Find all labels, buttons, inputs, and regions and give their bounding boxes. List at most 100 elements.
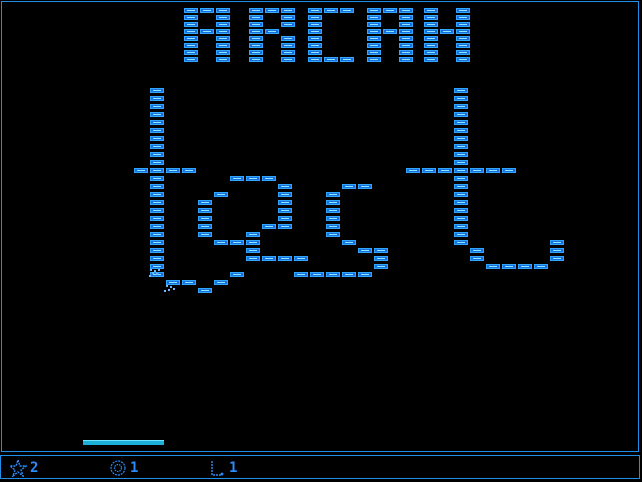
letter-e-brick	[246, 176, 260, 181]
letter-t-brick	[150, 208, 164, 213]
letter-t-brick	[454, 200, 468, 205]
title-brick-n	[440, 29, 454, 34]
letter-t-brick	[182, 280, 196, 285]
letter-t-brick	[454, 128, 468, 133]
title-brick-a	[399, 8, 413, 13]
title-brick-r	[249, 36, 263, 41]
letter-e-brick	[230, 240, 244, 245]
letter-s-brick	[294, 272, 308, 277]
letter-t-brick	[150, 248, 164, 253]
title-brick-n	[456, 29, 470, 34]
letter-t-brick	[454, 112, 468, 117]
level-counter: 1	[208, 459, 237, 477]
game-screen[interactable]: 2 1 1	[0, 0, 642, 482]
title-brick-n	[424, 22, 438, 27]
title-brick-a	[367, 57, 381, 62]
brick-field	[0, 0, 642, 482]
title-brick-r	[281, 57, 295, 62]
letter-t-brick	[214, 280, 228, 285]
letter-e-brick	[246, 232, 260, 237]
title-brick-a	[399, 43, 413, 48]
title-brick-a	[184, 29, 198, 34]
letter-t-brick	[454, 232, 468, 237]
title-brick-c	[308, 50, 322, 55]
letter-t-brick	[550, 248, 564, 253]
letter-s-brick	[342, 240, 356, 245]
title-brick-a	[184, 50, 198, 55]
letter-s-brick	[326, 232, 340, 237]
letter-t-brick	[454, 176, 468, 181]
letter-t-brick	[550, 240, 564, 245]
letter-e-brick	[278, 184, 292, 189]
title-brick-a	[184, 43, 198, 48]
title-brick-a	[216, 57, 230, 62]
paddle[interactable]	[83, 440, 164, 445]
title-brick-c	[308, 29, 322, 34]
title-brick-c	[324, 57, 338, 62]
title-brick-r	[249, 22, 263, 27]
level-flag-icon	[208, 459, 226, 477]
letter-s-brick	[358, 184, 372, 189]
letter-t-brick	[150, 216, 164, 221]
letter-e-brick	[278, 216, 292, 221]
status-bar: 2 1 1	[0, 455, 640, 479]
letter-t-brick	[470, 256, 484, 261]
letter-t-brick	[150, 104, 164, 109]
letter-t-brick	[150, 256, 164, 261]
title-brick-a	[367, 43, 381, 48]
letter-t-brick	[454, 184, 468, 189]
letter-s-brick	[326, 192, 340, 197]
title-brick-r	[265, 29, 279, 34]
title-brick-a	[184, 8, 198, 13]
title-brick-c	[340, 8, 354, 13]
title-brick-a	[399, 57, 413, 62]
letter-t-brick	[454, 152, 468, 157]
title-brick-n	[424, 57, 438, 62]
letter-t-brick	[470, 248, 484, 253]
letter-e-brick	[214, 192, 228, 197]
letter-t-brick	[454, 160, 468, 165]
title-brick-n	[424, 29, 438, 34]
ball-counter: 1	[109, 459, 138, 477]
title-brick-a	[367, 15, 381, 20]
letter-e-brick	[198, 208, 212, 213]
title-brick-a	[216, 15, 230, 20]
letter-e-brick	[278, 192, 292, 197]
title-brick-a	[367, 36, 381, 41]
letter-t-brick	[502, 168, 516, 173]
title-brick-n	[456, 43, 470, 48]
letter-e-brick	[198, 216, 212, 221]
letter-e-brick	[246, 248, 260, 253]
letter-t-brick	[550, 256, 564, 261]
title-brick-r	[281, 36, 295, 41]
letter-t-brick	[422, 168, 436, 173]
letter-s-brick	[326, 224, 340, 229]
title-brick-a	[399, 29, 413, 34]
title-brick-a	[216, 43, 230, 48]
title-brick-r	[281, 15, 295, 20]
letter-e-brick	[198, 232, 212, 237]
letter-t-brick	[150, 176, 164, 181]
letter-s-brick	[326, 208, 340, 213]
title-brick-a	[184, 36, 198, 41]
title-brick-r	[249, 15, 263, 20]
letter-t-brick	[454, 240, 468, 245]
letter-t-brick	[150, 200, 164, 205]
letter-t-brick	[406, 168, 420, 173]
letter-t-brick	[150, 184, 164, 189]
letter-s-brick	[326, 200, 340, 205]
letter-t-brick	[150, 192, 164, 197]
title-brick-c	[308, 43, 322, 48]
letter-s-brick	[358, 248, 372, 253]
title-brick-c	[308, 8, 322, 13]
title-brick-r	[281, 50, 295, 55]
letter-t-brick	[150, 136, 164, 141]
title-brick-a	[216, 22, 230, 27]
letter-t-brick	[454, 168, 468, 173]
letter-t-brick	[454, 208, 468, 213]
letter-e-brick	[278, 256, 292, 261]
title-brick-a	[216, 8, 230, 13]
title-brick-n	[456, 36, 470, 41]
lives-value: 2	[30, 460, 39, 476]
letter-t-brick	[150, 96, 164, 101]
